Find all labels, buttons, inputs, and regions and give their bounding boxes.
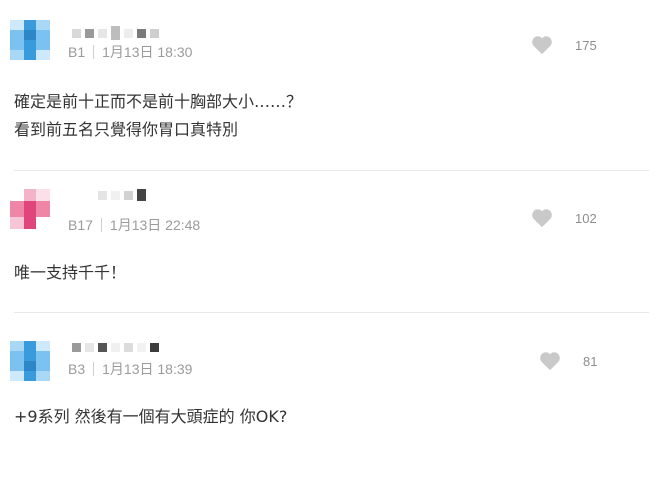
meta-separator [93,45,95,59]
comment-line: 唯一支持千千！ [14,263,127,282]
comment-meta: B17 1月13日 22:48 [68,215,200,235]
like-count: 175 [575,37,597,53]
like-button[interactable]: 81 [539,351,597,371]
avatar-icon[interactable] [10,341,50,381]
comment-date: 1月13日 18:39 [102,361,193,377]
username-masked[interactable] [98,188,146,202]
floor-number[interactable]: B1 [68,44,85,60]
comment-item: B17 1月13日 22:48 102 唯一支持千千！ [0,171,663,313]
comment-line: 確定是前十正而不是前十胸部大小……？ [14,92,303,111]
comment-text: 唯一支持千千！ [14,259,126,287]
comment-meta: B3 1月13日 18:39 [68,359,192,379]
comment-date: 1月13日 18:30 [102,44,193,60]
heart-icon[interactable] [531,35,553,55]
username-masked[interactable] [72,26,159,40]
comment-text: +9系列 然後有一個有大頭症的 你OK? [14,403,287,431]
like-button[interactable]: 175 [531,35,597,55]
like-count: 81 [583,353,598,369]
username-masked[interactable] [72,340,159,354]
comment-item: B3 1月13日 18:39 81 +9系列 然後有一個有大頭症的 你OK? [0,313,663,479]
like-button[interactable]: 102 [531,208,597,228]
meta-separator [100,218,102,232]
like-count: 102 [575,210,597,226]
heart-icon[interactable] [539,351,561,371]
comment-meta: B1 1月13日 18:30 [68,42,192,62]
avatar-icon[interactable] [10,189,50,229]
heart-icon[interactable] [531,208,553,228]
floor-number[interactable]: B17 [68,217,93,233]
comment-item: B1 1月13日 18:30 175 確定是前十正而不是前十胸部大小……？ 看到… [0,0,663,171]
comment-line: 看到前五名只覺得你胃口真特別 [14,120,239,139]
comment-date: 1月13日 22:48 [109,217,201,233]
avatar-icon[interactable] [10,20,50,60]
floor-number[interactable]: B3 [68,361,85,377]
meta-separator [93,362,95,376]
comment-text: 確定是前十正而不是前十胸部大小……？ 看到前五名只覺得你胃口真特別 [14,88,302,144]
comment-line: +9系列 然後有一個有大頭症的 你OK? [14,407,288,426]
